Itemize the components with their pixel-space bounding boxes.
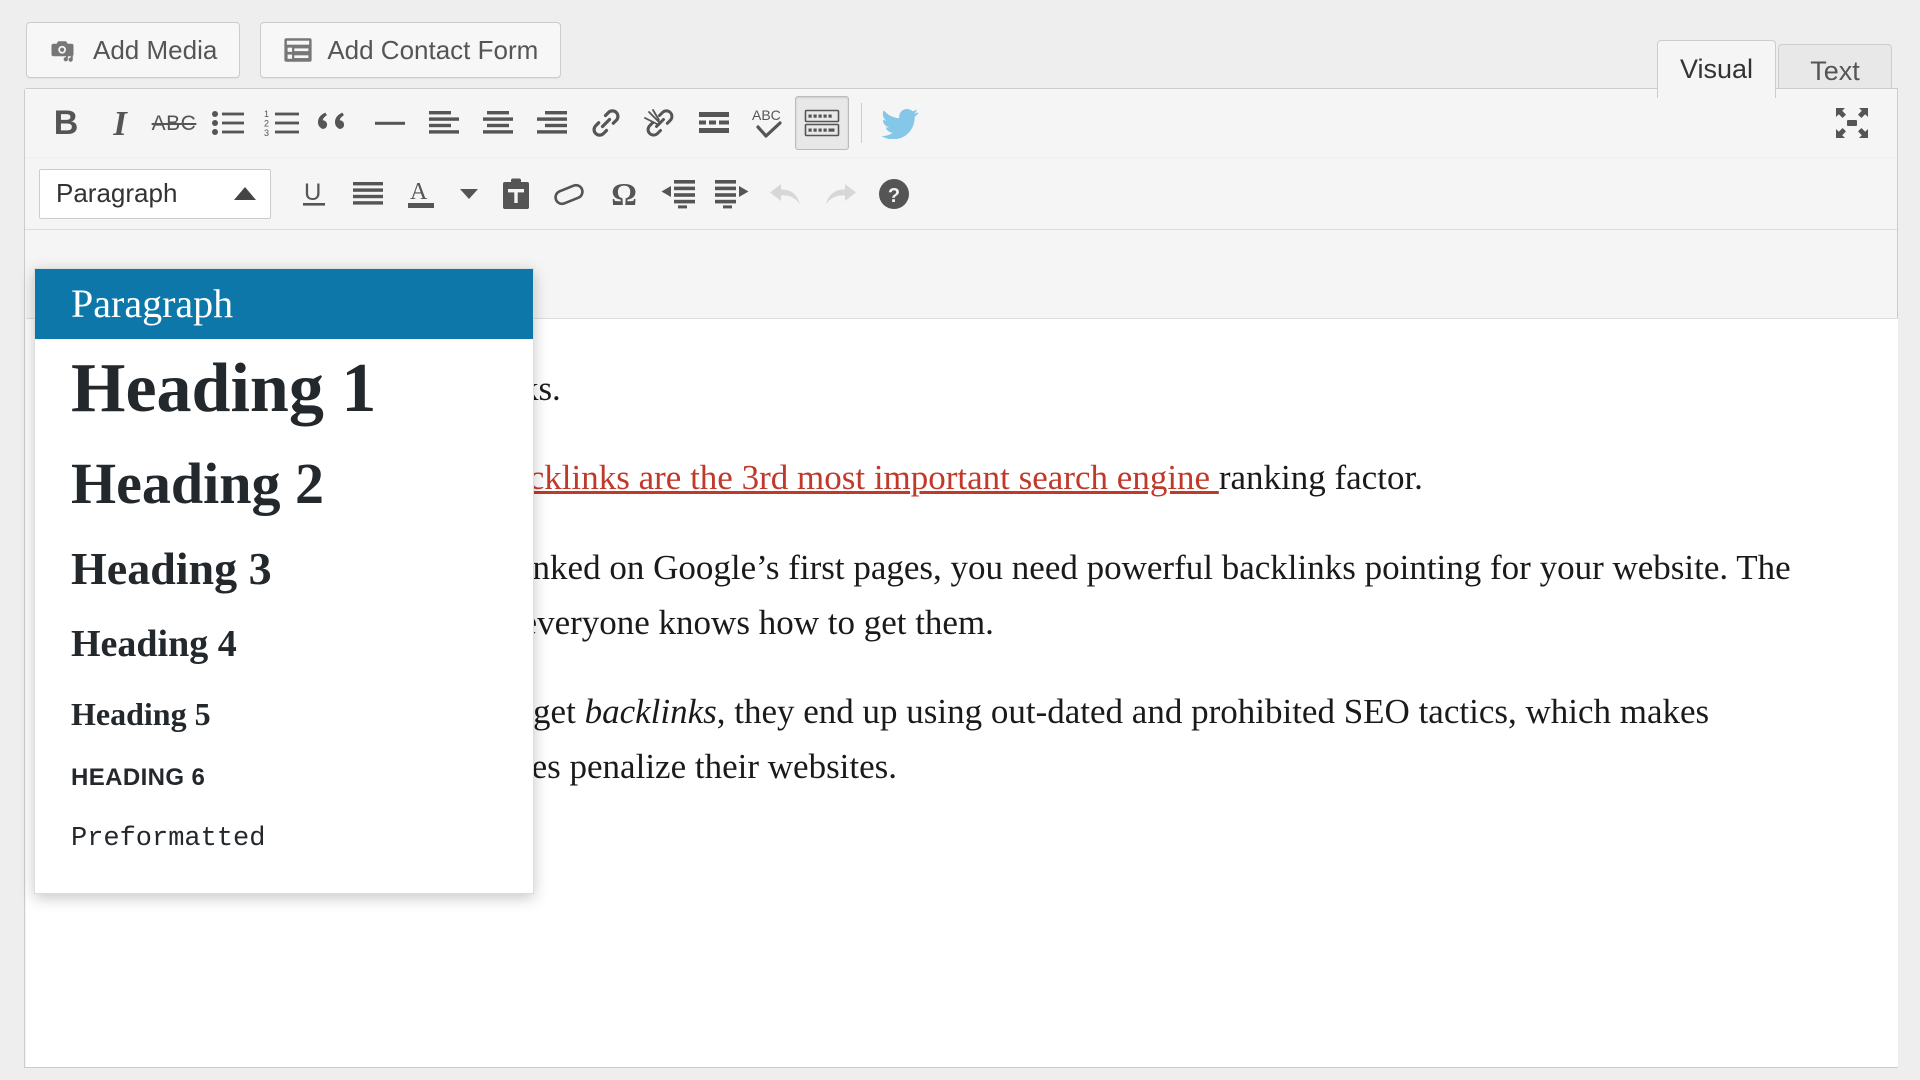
strikethrough-button[interactable]: ABC xyxy=(147,96,201,150)
underline-icon: U xyxy=(298,178,330,210)
link-icon xyxy=(589,108,623,138)
horizontal-rule-icon xyxy=(373,109,407,137)
twitter-bird-icon xyxy=(882,107,920,139)
svg-text:3: 3 xyxy=(264,128,269,137)
format-option-preformatted[interactable]: Preformatted xyxy=(35,809,533,871)
blockquote-icon xyxy=(318,108,354,138)
numbered-list-button[interactable]: 1 2 3 xyxy=(255,96,309,150)
svg-text:U: U xyxy=(304,179,321,206)
kitchen-sink-icon xyxy=(804,109,840,137)
align-right-icon xyxy=(535,109,569,137)
text-color-button[interactable]: A xyxy=(395,167,449,221)
bulleted-list-icon xyxy=(211,109,245,137)
format-option-heading-5[interactable]: Heading 5 xyxy=(35,681,533,747)
special-character-button[interactable]: Ω xyxy=(597,167,651,221)
toolbar-divider xyxy=(861,103,862,143)
bold-button[interactable]: B xyxy=(39,96,93,150)
svg-text:ABC: ABC xyxy=(752,107,781,123)
align-center-icon xyxy=(481,109,515,137)
paste-as-text-icon xyxy=(500,177,532,211)
media-buttons-group: Add Media Add Contact Form xyxy=(26,22,562,78)
caret-down-icon xyxy=(459,187,479,201)
editor-top-bar: Add Media Add Contact Form Visual Text xyxy=(0,0,1920,98)
undo-arrow-icon xyxy=(768,178,804,210)
keyboard-shortcuts-button[interactable]: ? xyxy=(867,167,921,221)
indent-button[interactable] xyxy=(705,167,759,221)
backlinks-link[interactable]: backlinks are the 3rd most important sea… xyxy=(496,458,1219,497)
align-right-button[interactable] xyxy=(525,96,579,150)
indent-icon xyxy=(714,179,750,209)
fullscreen-arrows-icon xyxy=(1834,106,1870,140)
text-color-a-icon: A xyxy=(405,176,439,212)
toolbar-row-primary: B I ABC 1 2 3 ABC xyxy=(25,89,1897,157)
paragraph-2-suffix: ranking factor. xyxy=(1218,458,1423,498)
read-more-button[interactable] xyxy=(687,96,741,150)
format-option-heading-6[interactable]: HEADING 6 xyxy=(35,747,533,809)
read-more-icon xyxy=(697,109,731,137)
align-left-button[interactable] xyxy=(417,96,471,150)
form-list-icon xyxy=(283,37,313,63)
paragraph-4-italic: backlinks xyxy=(584,692,717,732)
tab-visual[interactable]: Visual xyxy=(1656,40,1776,98)
bold-icon: B xyxy=(53,104,79,142)
underline-button[interactable]: U xyxy=(287,167,341,221)
editor-toolbar: B I ABC 1 2 3 ABC Paragraph U A Ω ? xyxy=(25,89,1897,230)
italic-button[interactable]: I xyxy=(93,96,147,150)
format-select[interactable]: Paragraph xyxy=(39,168,271,219)
format-select-value: Paragraph xyxy=(56,178,178,208)
caret-up-icon xyxy=(234,187,256,200)
numbered-list-icon: 1 2 3 xyxy=(264,109,300,137)
outdent-button[interactable] xyxy=(651,167,705,221)
horizontal-rule-button[interactable] xyxy=(363,96,417,150)
insert-link-button[interactable] xyxy=(579,96,633,150)
tab-text-label: Text xyxy=(1810,56,1860,86)
format-option-heading-3[interactable]: Heading 3 xyxy=(35,529,533,609)
add-media-label: Add Media xyxy=(93,34,218,65)
add-media-button[interactable]: Add Media xyxy=(26,22,241,78)
strikethrough-icon: ABC xyxy=(151,111,197,135)
toolbar-toggle-button[interactable] xyxy=(795,96,849,150)
outdent-icon xyxy=(660,179,696,209)
unlink-icon xyxy=(643,108,677,138)
svg-text:A: A xyxy=(410,179,428,205)
format-option-heading-1[interactable]: Heading 1 xyxy=(35,339,533,439)
italic-icon: I xyxy=(113,103,127,143)
undo-button[interactable] xyxy=(759,167,813,221)
omega-icon: Ω xyxy=(611,175,637,212)
wordpress-classic-editor: Add Media Add Contact Form Visual Text B… xyxy=(0,0,1920,1080)
spellcheck-abc-icon: ABC xyxy=(750,106,786,140)
distraction-free-button[interactable] xyxy=(1825,96,1879,150)
paste-as-text-button[interactable] xyxy=(489,167,543,221)
align-justify-icon xyxy=(351,180,385,208)
format-option-heading-4[interactable]: Heading 4 xyxy=(35,609,533,681)
svg-text:1: 1 xyxy=(264,109,269,119)
eraser-icon xyxy=(552,179,588,209)
camera-music-icon xyxy=(49,35,79,65)
redo-arrow-icon xyxy=(822,178,858,210)
help-question-icon: ? xyxy=(877,177,911,211)
clear-formatting-button[interactable] xyxy=(543,167,597,221)
svg-text:2: 2 xyxy=(264,119,269,129)
align-left-icon xyxy=(427,109,461,137)
format-option-heading-2[interactable]: Heading 2 xyxy=(35,439,533,529)
justify-button[interactable] xyxy=(341,167,395,221)
remove-link-button[interactable] xyxy=(633,96,687,150)
bulleted-list-button[interactable] xyxy=(201,96,255,150)
redo-button[interactable] xyxy=(813,167,867,221)
twitter-embed-button[interactable] xyxy=(874,96,928,150)
blockquote-button[interactable] xyxy=(309,96,363,150)
spellcheck-button[interactable]: ABC xyxy=(741,96,795,150)
add-contact-form-button[interactable]: Add Contact Form xyxy=(260,22,562,78)
text-color-dropdown[interactable] xyxy=(449,167,489,221)
tab-visual-label: Visual xyxy=(1679,54,1753,84)
format-option-paragraph[interactable]: Paragraph xyxy=(35,269,533,339)
align-center-button[interactable] xyxy=(471,96,525,150)
toolbar-row-secondary: Paragraph U A Ω ? xyxy=(25,157,1897,229)
format-dropdown-menu: Paragraph Heading 1 Heading 2 Heading 3 … xyxy=(34,268,534,894)
svg-text:?: ? xyxy=(888,185,900,207)
add-contact-form-label: Add Contact Form xyxy=(327,34,539,65)
